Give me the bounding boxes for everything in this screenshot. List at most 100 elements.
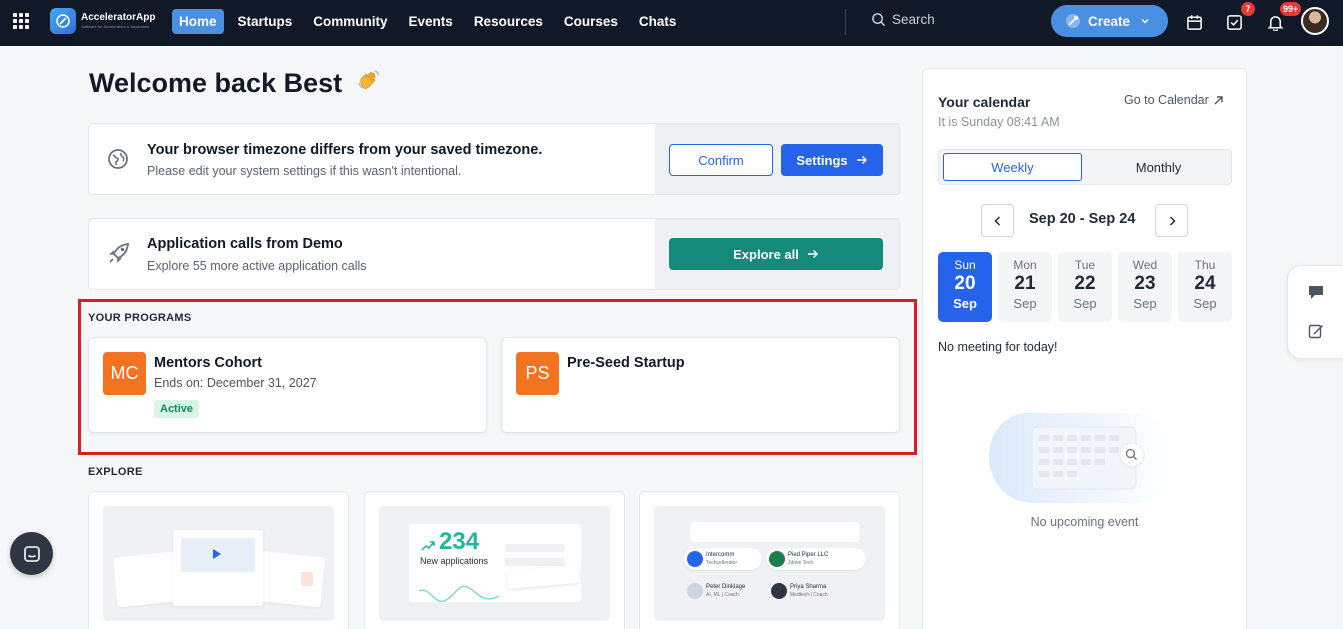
day-mon-21[interactable]: Mon 21 Sep <box>998 252 1052 322</box>
pied-piper-logo-icon <box>769 551 785 567</box>
day-number: 23 <box>1134 273 1156 294</box>
chat-icon <box>23 545 40 562</box>
create-button[interactable]: Create <box>1051 5 1168 37</box>
nav-events[interactable]: Events <box>402 9 460 34</box>
arrow-right-icon <box>807 249 819 259</box>
chevron-left-icon <box>993 215 1000 226</box>
previous-week-button[interactable] <box>981 204 1014 237</box>
top-navigation-bar: AcceleratorApp Software for Accelerators… <box>0 0 1343 46</box>
notifications-badge: 99+ <box>1280 2 1302 16</box>
applications-actions: Explore all <box>655 219 899 289</box>
week-range: Sep 20 - Sep 24 <box>1029 211 1136 227</box>
nav-home[interactable]: Home <box>172 9 224 34</box>
community-illustration: Intercomm Techcellerator Pied Piper LLC … <box>654 506 885 621</box>
day-tue-22[interactable]: Tue 22 Sep <box>1058 252 1112 322</box>
nav-startups[interactable]: Startups <box>231 9 300 34</box>
tab-monthly[interactable]: Monthly <box>1089 153 1228 181</box>
day-of-week: Wed <box>1132 258 1158 272</box>
person-avatar-icon <box>687 583 703 599</box>
explore-all-label: Explore all <box>733 246 799 262</box>
feedback-chat-icon[interactable] <box>1305 281 1327 303</box>
person-role: Medtech | Coach <box>790 592 828 598</box>
search-input[interactable]: Search <box>871 12 935 27</box>
settings-button[interactable]: Settings <box>781 144 883 176</box>
rocket-logo-icon <box>50 8 76 34</box>
day-of-week: Tue <box>1074 258 1096 272</box>
applications-subtitle: Explore 55 more active application calls <box>147 259 367 273</box>
confirm-button[interactable]: Confirm <box>669 144 773 176</box>
day-number: 20 <box>954 273 976 294</box>
day-thu-24[interactable]: Thu 24 Sep <box>1178 252 1232 322</box>
person-name: Peter Dinklage <box>706 584 746 590</box>
nav-courses[interactable]: Courses <box>557 9 625 34</box>
day-number: 22 <box>1074 273 1096 294</box>
nav-divider <box>845 9 846 35</box>
applications-label: New applications <box>420 556 489 566</box>
day-number: 21 <box>1014 273 1036 294</box>
person-name: Priya Sharma <box>790 584 827 590</box>
program-initials: PS <box>516 352 559 395</box>
rocket-icon <box>107 241 133 272</box>
day-of-week: Sun <box>954 258 976 272</box>
explore-all-button[interactable]: Explore all <box>669 238 883 270</box>
applications-title: Application calls from Demo <box>147 236 343 252</box>
program-initials: MC <box>103 352 146 395</box>
main-nav: Home Startups Community Events Resources… <box>172 9 690 34</box>
program-end-date: Ends on: December 31, 2027 <box>154 376 317 390</box>
waving-hand-icon <box>356 68 382 101</box>
app-logo[interactable]: AcceleratorApp Software for Accelerators… <box>50 8 155 34</box>
calendar-title: Your calendar <box>938 94 1031 110</box>
app-tagline: Software for Accelerators & Incubators <box>81 24 150 29</box>
nav-community[interactable]: Community <box>306 9 394 34</box>
nav-resources[interactable]: Resources <box>467 9 550 34</box>
view-toggle: Weekly Monthly <box>938 149 1232 185</box>
person-role: AI, ML | Coach <box>706 592 739 598</box>
tasks-badge: 7 <box>1241 2 1255 16</box>
day-sun-20[interactable]: Sun 20 Sep <box>938 252 992 322</box>
external-arrow-icon <box>1214 95 1223 104</box>
go-to-calendar-link[interactable]: Go to Calendar <box>1124 93 1224 107</box>
day-month: Sep <box>953 296 977 311</box>
current-time: It is Sunday 08:41 AM <box>938 115 1060 129</box>
explore-card-community[interactable]: Intercomm Techcellerator Pied Piper LLC … <box>639 491 900 629</box>
startup-org: Jdrive Tech <box>788 560 814 566</box>
chevron-right-icon <box>1169 215 1176 226</box>
trend-up-icon <box>421 538 435 556</box>
apps-grid-icon[interactable] <box>13 13 29 29</box>
applications-sparkline <box>419 585 499 602</box>
startup-name: Pied Piper LLC <box>788 552 829 558</box>
day-month: Sep <box>1193 296 1217 311</box>
rocket-icon <box>1065 13 1081 29</box>
program-card-pre-seed-startup[interactable]: PS Pre-Seed Startup <box>501 337 900 433</box>
tasks-icon[interactable] <box>1224 12 1244 32</box>
edit-note-icon[interactable] <box>1305 320 1327 342</box>
program-card-mentors-cohort[interactable]: MC Mentors Cohort Ends on: December 31, … <box>88 337 487 433</box>
page-title: Welcome back Best <box>89 68 382 101</box>
explore-heading: EXPLORE <box>88 466 143 478</box>
support-chat-button[interactable] <box>10 532 53 575</box>
calendar-icon[interactable] <box>1184 12 1204 32</box>
nav-chats[interactable]: Chats <box>632 9 684 34</box>
next-week-button[interactable] <box>1155 204 1188 237</box>
explore-card-resources[interactable] <box>88 491 349 629</box>
globe-icon <box>107 148 129 175</box>
program-name: Pre-Seed Startup <box>567 355 685 371</box>
arrow-right-icon <box>856 155 868 165</box>
calendar-panel: Your calendar It is Sunday 08:41 AM Go t… <box>922 68 1247 629</box>
timezone-title: Your browser timezone differs from your … <box>147 142 543 158</box>
programs-heading: YOUR PROGRAMS <box>88 312 192 324</box>
status-badge: Active <box>154 400 200 418</box>
bell-icon[interactable] <box>1265 12 1285 32</box>
applications-illustration: 234 New applications <box>379 506 610 621</box>
startup-name: Intercomm <box>706 552 735 558</box>
explore-card-applications[interactable]: 234 New applications <box>364 491 625 629</box>
welcome-text: Welcome back Best <box>89 68 343 98</box>
create-label: Create <box>1088 13 1131 29</box>
settings-label: Settings <box>796 152 848 168</box>
day-month: Sep <box>1013 296 1037 311</box>
user-avatar[interactable] <box>1301 7 1329 35</box>
tab-weekly[interactable]: Weekly <box>943 153 1082 181</box>
empty-calendar-illustration <box>989 413 1173 503</box>
day-wed-23[interactable]: Wed 23 Sep <box>1118 252 1172 322</box>
applications-banner: Application calls from Demo Explore 55 m… <box>88 218 900 290</box>
